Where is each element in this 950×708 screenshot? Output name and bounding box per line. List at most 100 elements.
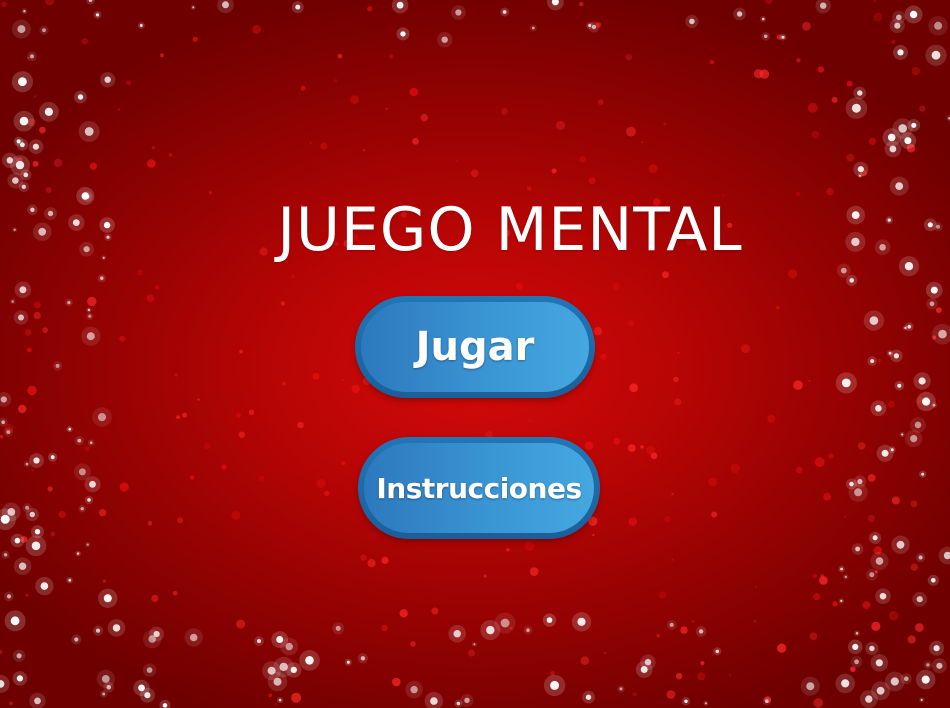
white-sparkle [938, 329, 947, 339]
red-bokeh-dot [529, 567, 539, 576]
red-bokeh-dot [324, 490, 330, 497]
white-sparkle [486, 625, 495, 635]
red-bokeh-dot [823, 492, 832, 501]
white-sparkle [910, 435, 918, 443]
play-button[interactable]: Jugar [355, 296, 595, 398]
white-sparkle [550, 680, 560, 690]
red-bokeh-dot [341, 379, 344, 382]
red-bokeh-dot [580, 656, 590, 665]
red-bokeh-dot [385, 107, 388, 110]
red-bokeh-dot [711, 511, 718, 518]
white-sparkle [95, 13, 100, 17]
red-bokeh-dot [221, 464, 227, 470]
red-bokeh-dot [192, 36, 198, 42]
red-bokeh-dot [632, 692, 637, 696]
white-sparkle [295, 4, 301, 10]
red-bokeh-dot [81, 38, 88, 45]
white-sparkle [68, 578, 71, 582]
red-bokeh-dot [709, 60, 715, 65]
red-bokeh-dot [661, 271, 669, 279]
white-sparkle [80, 507, 84, 511]
white-sparkle [851, 103, 861, 113]
red-bokeh-dot [776, 305, 780, 310]
white-sparkle [3, 553, 8, 557]
white-sparkle [30, 54, 34, 59]
white-sparkle [619, 687, 623, 691]
white-sparkle [473, 643, 476, 646]
red-bokeh-dot [176, 415, 181, 419]
white-sparkle [40, 582, 49, 590]
red-bokeh-dot [174, 373, 178, 377]
white-sparkle [17, 25, 26, 34]
red-bokeh-dot [381, 556, 389, 565]
red-bokeh-dot [613, 437, 621, 445]
red-bokeh-dot [813, 698, 824, 708]
white-sparkle [396, 1, 404, 9]
white-sparkle [430, 697, 438, 705]
white-sparkle [104, 76, 111, 83]
white-sparkle [88, 314, 92, 318]
red-bokeh-dot [802, 21, 811, 31]
white-sparkle [875, 557, 884, 565]
white-sparkle [87, 308, 90, 312]
white-sparkle [854, 659, 859, 665]
white-sparkle [76, 552, 80, 555]
red-bokeh-dot [392, 677, 401, 687]
red-bokeh-dot [741, 344, 750, 354]
red-bokeh-dot [483, 574, 487, 578]
white-sparkle [0, 396, 7, 403]
white-sparkle [50, 455, 55, 460]
white-sparkle [6, 594, 12, 599]
white-sparkle [84, 127, 94, 136]
white-sparkle [89, 480, 96, 488]
instructions-button[interactable]: Instrucciones [358, 437, 600, 539]
white-sparkle [18, 314, 24, 321]
white-sparkle [931, 578, 936, 583]
white-sparkle [876, 686, 885, 695]
white-sparkle [500, 618, 510, 628]
red-bokeh-dot [528, 419, 531, 422]
red-bokeh-dot [551, 168, 557, 174]
white-sparkle [502, 10, 507, 14]
instructions-button-face[interactable]: Instrucciones [364, 443, 594, 533]
red-bokeh-dot [360, 554, 367, 561]
play-button-face[interactable]: Jugar [361, 302, 589, 392]
red-bokeh-dot [0, 649, 3, 655]
white-sparkle [44, 107, 54, 116]
red-bokeh-dot [788, 269, 798, 279]
red-bokeh-dot [0, 434, 4, 439]
white-sparkle [335, 625, 341, 631]
white-sparkle [18, 562, 27, 570]
red-bokeh-dot [592, 533, 595, 537]
white-sparkle [139, 24, 143, 27]
red-bokeh-dot [795, 466, 803, 474]
white-sparkle [715, 649, 719, 654]
red-bokeh-dot [300, 85, 306, 91]
white-sparkle [95, 628, 101, 633]
red-bokeh-dot [501, 107, 508, 115]
red-bokeh-dot [846, 153, 855, 162]
red-bokeh-dot [32, 160, 39, 167]
red-bokeh-dot [625, 53, 632, 61]
red-bokeh-dot [831, 96, 838, 103]
white-sparkle [857, 166, 864, 173]
white-sparkle [441, 36, 448, 43]
white-sparkle [189, 633, 198, 642]
red-bokeh-dot [832, 601, 838, 607]
white-sparkle [16, 675, 23, 682]
red-bokeh-dot [754, 585, 758, 588]
white-sparkle [257, 639, 261, 643]
red-bokeh-dot [777, 643, 787, 653]
red-bokeh-dot [663, 122, 667, 126]
white-sparkle [841, 378, 851, 388]
red-bokeh-dot [291, 692, 302, 703]
red-bokeh-dot [708, 477, 718, 487]
red-bokeh-dot [648, 164, 658, 173]
game-title: JUEGO MENTAL [277, 195, 743, 265]
red-bokeh-dot [814, 457, 825, 468]
white-sparkle [890, 677, 899, 686]
red-bokeh-dot [119, 335, 126, 342]
white-sparkle [278, 698, 282, 702]
red-bokeh-dot [169, 153, 172, 157]
white-sparkle [42, 28, 46, 33]
